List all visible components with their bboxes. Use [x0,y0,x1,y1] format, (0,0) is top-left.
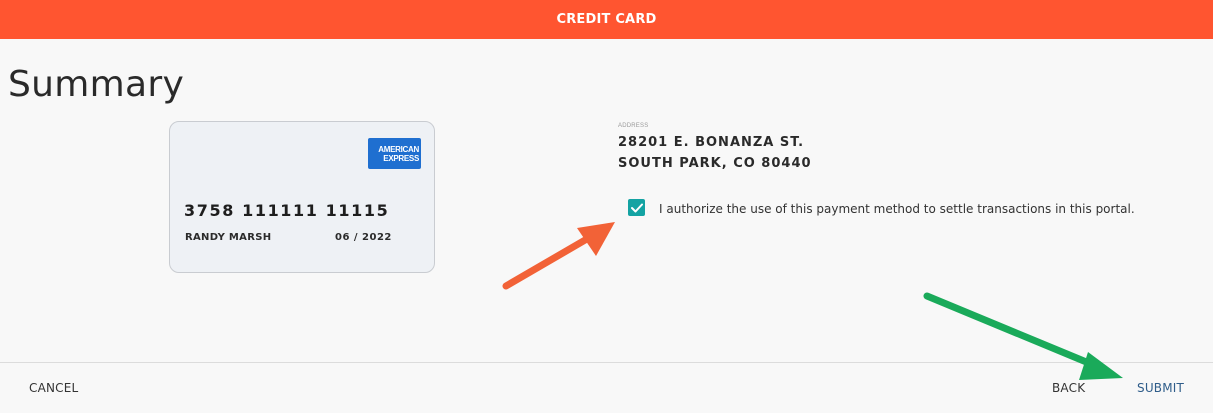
amex-logo-icon: AMERICAN EXPRESS [368,138,421,169]
submit-button[interactable]: SUBMIT [1137,381,1184,395]
back-button[interactable]: BACK [1052,381,1085,395]
authorize-label: I authorize the use of this payment meth… [659,202,1135,216]
address-line-1: 28201 E. BONANZA ST. [618,135,805,150]
authorize-checkbox[interactable] [628,199,645,216]
amex-logo-line-2: EXPRESS [383,153,419,163]
card-expiry: 06 / 2022 [335,232,392,243]
header-title: CREDIT CARD [556,12,657,27]
address-label: ADDRESS [618,123,649,129]
amex-logo-line-1: AMERICAN [378,144,419,154]
footer-divider [0,362,1213,363]
card-holder-name: RANDY MARSH [185,232,272,243]
address-line-2: SOUTH PARK, CO 80440 [618,156,812,171]
green-arrow-icon [923,292,1123,380]
header-bar: CREDIT CARD [0,0,1213,39]
checkmark-icon [630,203,643,212]
credit-card-preview: AMERICAN EXPRESS 3758 111111 11115 RANDY… [169,121,435,273]
orange-arrow-icon [502,222,615,290]
card-number: 3758 111111 11115 [184,201,390,220]
cancel-button[interactable]: CANCEL [29,381,78,395]
page-title: Summary [8,64,185,105]
